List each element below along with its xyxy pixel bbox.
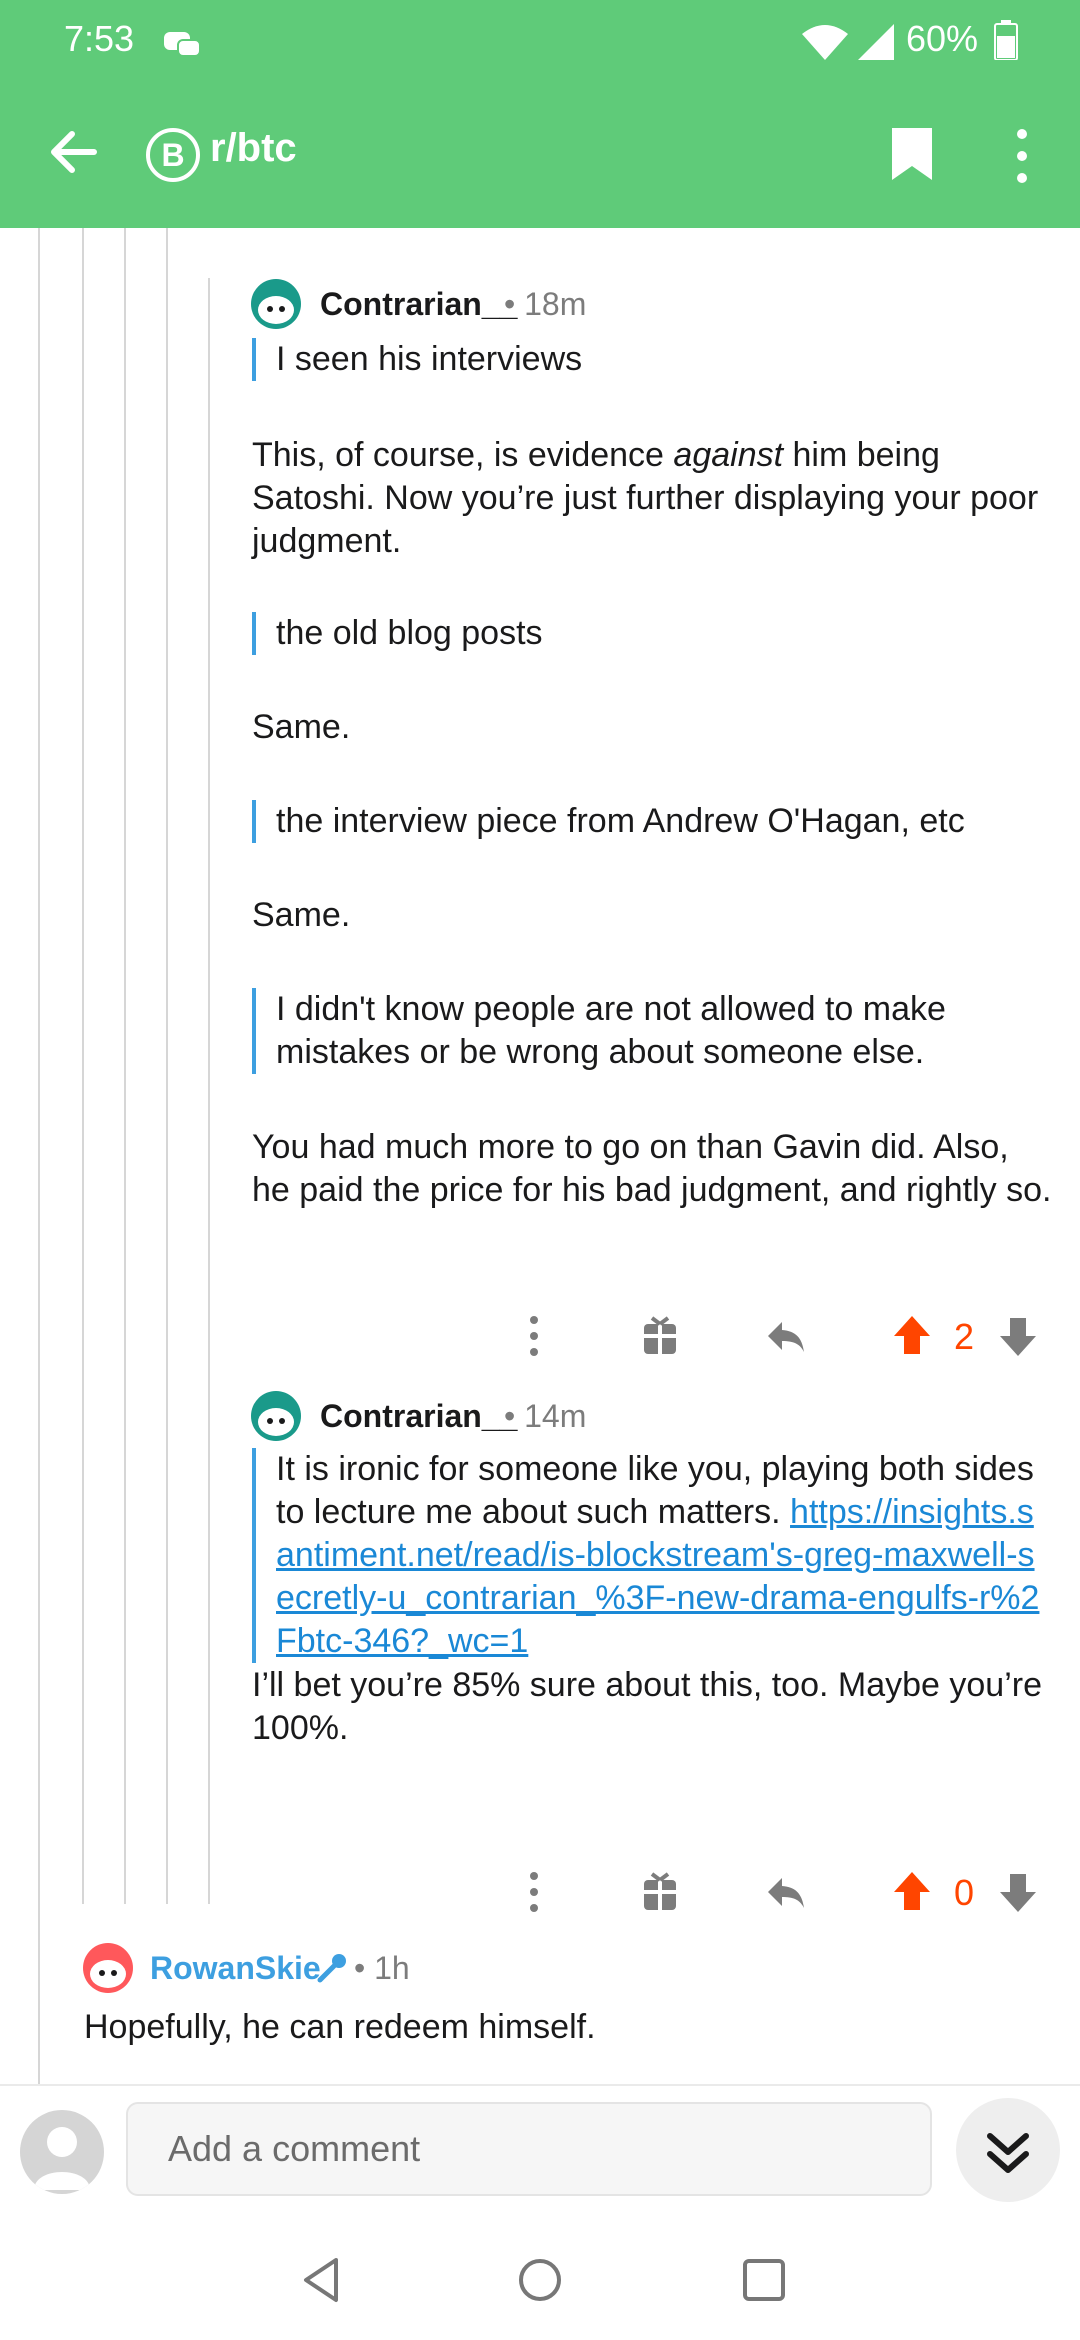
text: This, of course, is evidence	[252, 436, 674, 474]
comment-paragraph: Same.	[252, 896, 351, 934]
nav-back-icon[interactable]	[296, 2254, 348, 2306]
thread-line[interactable]	[82, 228, 84, 1904]
battery-icon	[994, 20, 1018, 60]
subreddit-icon[interactable]: B	[146, 128, 200, 182]
user-avatar[interactable]	[250, 1390, 302, 1442]
nav-recents-icon[interactable]	[738, 2254, 790, 2306]
moderator-badge-icon	[317, 1954, 346, 1983]
comment-paragraph: I’ll bet you’re 85% sure about this, too…	[252, 1666, 1042, 1747]
gift-award-icon[interactable]	[638, 1870, 682, 1914]
thread-line[interactable]	[208, 278, 210, 1904]
subreddit-name[interactable]: r/btc	[210, 126, 297, 171]
gift-award-icon[interactable]	[638, 1314, 682, 1358]
bookmark-icon[interactable]	[890, 126, 934, 182]
thread-line[interactable]	[166, 228, 168, 1904]
system-nav-bar	[0, 2220, 1080, 2340]
back-arrow-icon[interactable]	[44, 122, 104, 182]
status-bar: 7:53 60%	[0, 0, 1080, 80]
blockquote: the interview piece from Andrew O'Hagan,…	[252, 800, 1052, 843]
blockquote: I didn't know people are not allowed to …	[252, 988, 1052, 1074]
scroll-to-next-button[interactable]	[956, 2098, 1060, 2202]
thread-line[interactable]	[124, 228, 126, 1904]
game-controller-icon	[164, 32, 201, 57]
user-avatar[interactable]	[82, 1942, 134, 1994]
vote-score: 2	[954, 1316, 975, 1357]
nav-home-icon[interactable]	[514, 2254, 566, 2306]
comment-input[interactable]: Add a comment	[126, 2102, 932, 2196]
upvote-arrow-icon[interactable]	[890, 1870, 934, 1914]
emphasis: against	[673, 436, 784, 474]
comment-time: • 18m	[504, 286, 587, 322]
comment-paragraph: This, of course, is evidence against him…	[252, 434, 1052, 563]
thread-line[interactable]	[38, 228, 40, 2088]
comment-paragraph: You had much more to go on than Gavin di…	[252, 1128, 1052, 1209]
cell-signal-icon	[858, 24, 894, 60]
blockquote: It is ironic for someone like you, playi…	[252, 1448, 1052, 1663]
wifi-icon	[802, 25, 848, 60]
app-bar: B r/btc	[0, 100, 1080, 210]
comment-time: • 1h	[354, 1950, 410, 1986]
blockquote: the old blog posts	[252, 612, 1052, 655]
status-time: 7:53	[64, 18, 135, 59]
person-icon	[34, 2127, 90, 2190]
comment-time: • 14m	[504, 1398, 587, 1434]
reply-icon[interactable]	[764, 1870, 808, 1914]
user-avatar[interactable]	[250, 278, 302, 330]
comment-composer: Add a comment	[0, 2084, 1080, 2222]
more-options-icon[interactable]	[512, 1870, 556, 1914]
reply-icon[interactable]	[764, 1314, 808, 1358]
comment-thread: Contrarian__ • 18m I seen his interviews…	[0, 228, 1080, 2088]
downvote-arrow-icon[interactable]	[996, 1314, 1040, 1358]
battery-percent: 60%	[906, 18, 979, 59]
vote-score: 0	[954, 1872, 975, 1913]
double-chevron-down-icon	[987, 2133, 1029, 2173]
more-options-icon[interactable]	[512, 1314, 556, 1358]
comment-paragraph: Same.	[252, 708, 351, 746]
current-user-avatar[interactable]	[20, 2110, 104, 2194]
blockquote: I seen his interviews	[252, 338, 1052, 381]
overflow-menu-icon[interactable]	[1000, 126, 1044, 186]
comment-author[interactable]: Contrarian__	[320, 286, 517, 323]
comment-paragraph: Hopefully, he can redeem himself.	[84, 2008, 596, 2046]
comment-author[interactable]: Contrarian__	[320, 1398, 517, 1435]
upvote-arrow-icon[interactable]	[890, 1314, 934, 1358]
top-bar: 7:53 60% B r/btc	[0, 0, 1080, 228]
comment-author[interactable]: RowanSkie	[150, 1950, 321, 1987]
downvote-arrow-icon[interactable]	[996, 1870, 1040, 1914]
